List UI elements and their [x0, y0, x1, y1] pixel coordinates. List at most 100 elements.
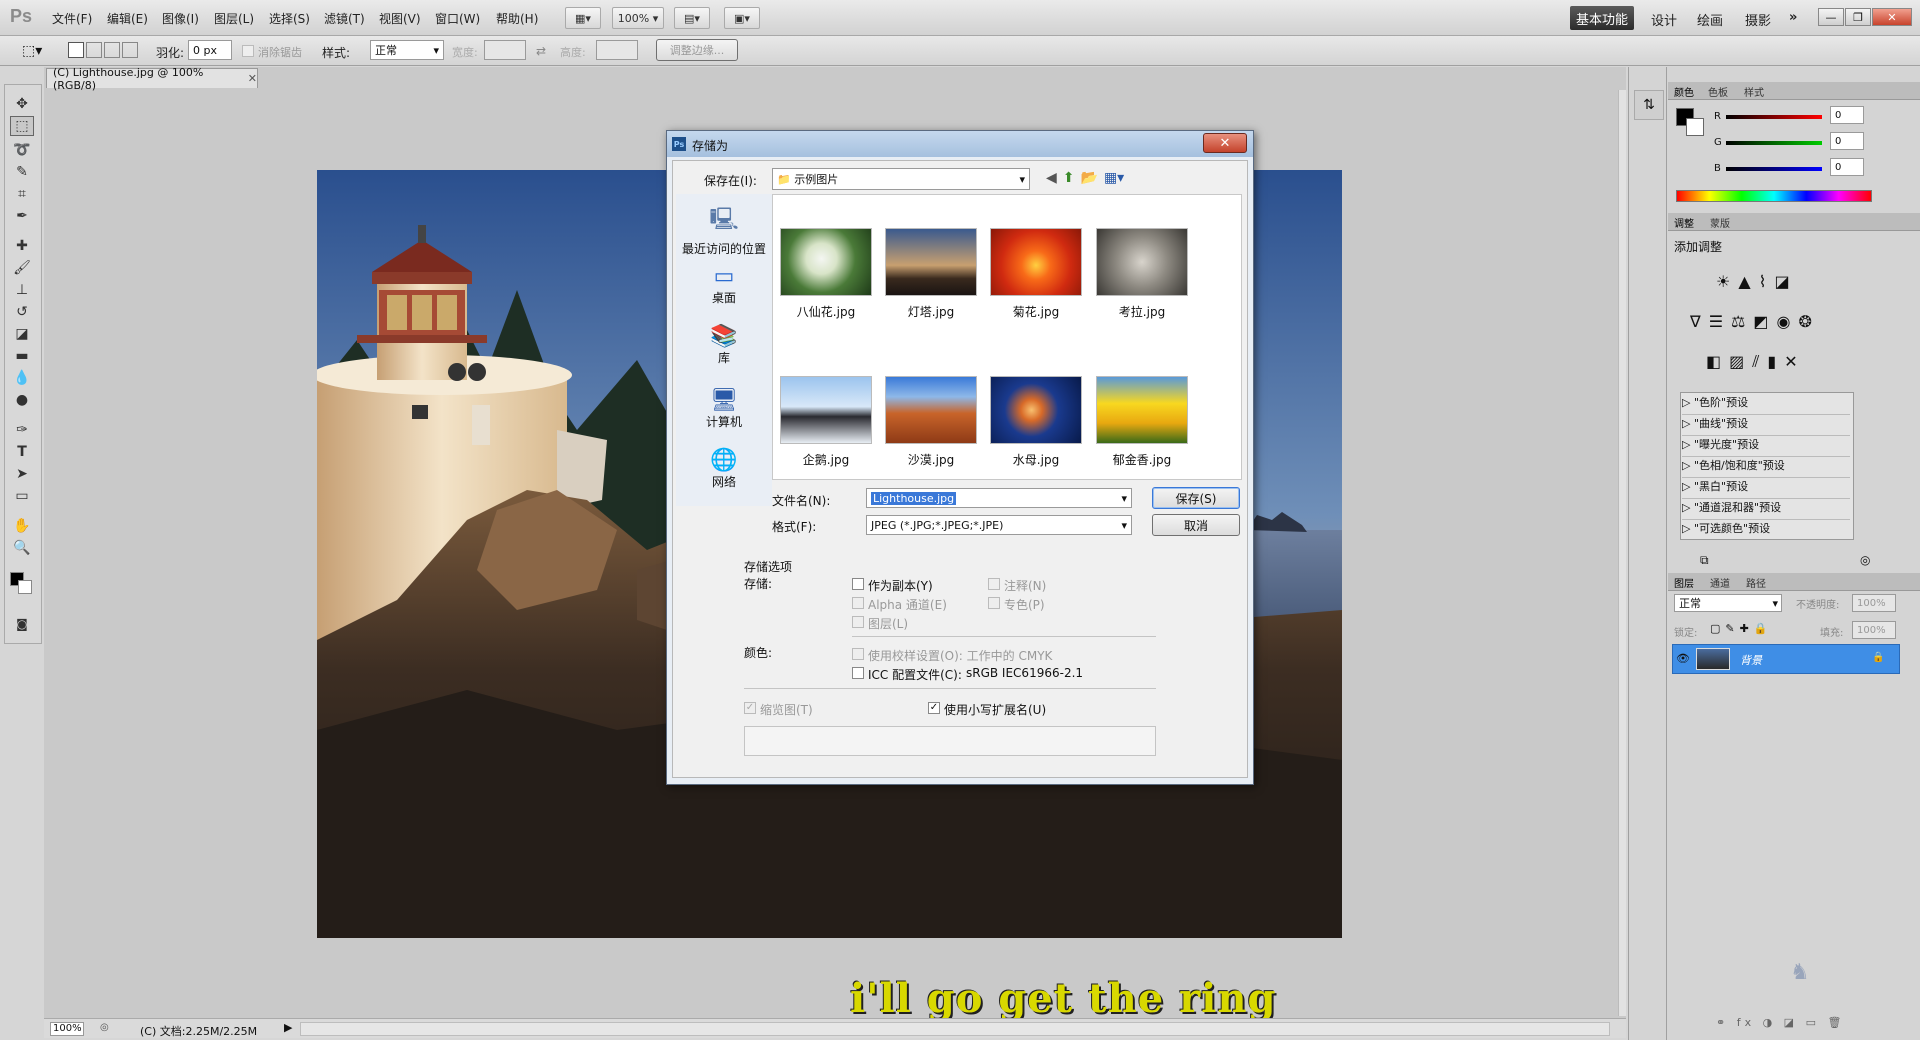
icc-profile-checkbox[interactable]	[852, 667, 864, 679]
color-balance-icon[interactable]: ⚖	[1731, 312, 1745, 331]
file-thumb-desert[interactable]	[885, 376, 977, 444]
status-info-icon[interactable]: ◎	[100, 1022, 109, 1033]
preset-hue-saturation[interactable]: ▷ "色相/饱和度"预设	[1682, 457, 1850, 478]
history-panel-icon[interactable]: ⇅	[1634, 90, 1664, 120]
quick-select-tool-icon[interactable]: ✎	[10, 162, 34, 182]
bridge-button[interactable]: ▦▾	[565, 7, 601, 29]
marquee-preset-icon[interactable]: ⬚▾	[22, 43, 42, 59]
file-thumb-chrysanthemum[interactable]	[990, 228, 1082, 296]
path-select-tool-icon[interactable]: ➤	[10, 464, 34, 484]
channel-g-slider[interactable]	[1726, 141, 1822, 145]
place-recent[interactable]: 🖳 最近访问的位置	[680, 202, 768, 257]
file-thumb-koala[interactable]	[1096, 228, 1188, 296]
view-menu-icon[interactable]: ▦▾	[1104, 170, 1124, 186]
file-name-tulips[interactable]: 郁金香.jpg	[1090, 451, 1194, 468]
quick-mask-icon[interactable]: ◙	[10, 614, 34, 634]
opacity-input[interactable]: 100%	[1852, 594, 1896, 612]
channel-b-input[interactable]: 0	[1830, 158, 1864, 176]
preset-exposure[interactable]: ▷ "曝光度"预设	[1682, 436, 1850, 457]
more-workspaces-icon[interactable]: »	[1789, 10, 1797, 25]
tab-channels[interactable]: 通道	[1710, 575, 1730, 590]
lasso-tool-icon[interactable]: ➰	[10, 140, 34, 160]
move-tool-icon[interactable]: ✥	[10, 94, 34, 114]
new-selection-icon[interactable]	[68, 42, 84, 58]
tab-adjustments[interactable]: 调整	[1674, 215, 1694, 230]
lock-all-icon[interactable]: 🔒	[1754, 622, 1768, 635]
spot-checkbox[interactable]	[988, 597, 1000, 609]
thumbnail-checkbox[interactable]: ✓	[744, 702, 756, 714]
gradient-map-icon[interactable]: ▮	[1767, 352, 1776, 372]
file-thumb-tulips[interactable]	[1096, 376, 1188, 444]
dialog-titlebar[interactable]	[667, 131, 1253, 157]
add-selection-icon[interactable]	[86, 42, 102, 58]
file-thumb-jellyfish[interactable]	[990, 376, 1082, 444]
lowercase-ext-checkbox[interactable]: ✓	[928, 702, 940, 714]
hand-tool-icon[interactable]: ✋	[10, 516, 34, 536]
restore-button[interactable]: ❐	[1845, 8, 1871, 26]
alpha-checkbox[interactable]	[852, 597, 864, 609]
posterize-icon[interactable]: ▨	[1729, 352, 1744, 372]
preset-levels[interactable]: ▷ "色阶"预设	[1682, 394, 1850, 415]
file-name-koala[interactable]: 考拉.jpg	[1090, 303, 1194, 320]
file-thumb-hydrangea[interactable]	[780, 228, 872, 296]
workspace-painting[interactable]: 绘画	[1697, 10, 1723, 29]
healing-brush-tool-icon[interactable]: ✚	[10, 236, 34, 256]
intersect-selection-icon[interactable]	[122, 42, 138, 58]
save-in-select[interactable]: 📁 示例图片 ▾	[772, 168, 1030, 190]
zoom-select[interactable]: 100% ▾	[612, 7, 664, 29]
arrange-button[interactable]: ▤▾	[674, 7, 710, 29]
menu-help[interactable]: 帮助(H)	[496, 10, 538, 27]
file-thumb-lighthouse[interactable]	[885, 228, 977, 296]
filename-input[interactable]: Lighthouse.jpg ▾	[866, 488, 1132, 508]
tab-paths[interactable]: 路径	[1746, 575, 1766, 590]
screen-mode-button[interactable]: ▣▾	[724, 7, 760, 29]
menu-select[interactable]: 选择(S)	[269, 10, 310, 27]
workspace-design[interactable]: 设计	[1651, 10, 1677, 29]
lock-position-icon[interactable]: ✚	[1740, 622, 1749, 635]
as-copy-checkbox[interactable]	[852, 578, 864, 590]
vibrance-icon[interactable]: ∇	[1690, 312, 1701, 331]
gradient-tool-icon[interactable]: ▬	[10, 346, 34, 366]
preset-black-white[interactable]: ▷ "黑白"预设	[1682, 478, 1850, 499]
workspace-essentials[interactable]: 基本功能	[1570, 6, 1634, 30]
zoom-tool-icon[interactable]: 🔍	[10, 538, 34, 558]
exposure-icon[interactable]: ◪	[1774, 272, 1789, 291]
status-zoom-input[interactable]: 100%	[50, 1022, 84, 1036]
place-desktop[interactable]: ▭ 桌面	[680, 264, 768, 306]
pen-tool-icon[interactable]: ✑	[10, 420, 34, 440]
channel-r-input[interactable]: 0	[1830, 106, 1864, 124]
minimize-button[interactable]: —	[1818, 8, 1844, 26]
file-name-desert[interactable]: 沙漠.jpg	[879, 451, 983, 468]
document-tab[interactable]: (C) Lighthouse.jpg @ 100%(RGB/8) ✕	[46, 66, 258, 92]
refine-edge-button[interactable]: 调整边缘...	[656, 39, 738, 61]
tab-color[interactable]: 颜色	[1674, 84, 1694, 99]
file-thumb-penguins[interactable]	[780, 376, 872, 444]
close-button[interactable]: ✕	[1872, 8, 1912, 26]
channel-mixer-icon[interactable]: ❂	[1798, 312, 1811, 331]
menu-image[interactable]: 图像(I)	[162, 10, 199, 27]
menu-window[interactable]: 窗口(W)	[435, 10, 480, 27]
workspace-photography[interactable]: 摄影	[1745, 10, 1771, 29]
background-color-swatch[interactable]	[18, 580, 32, 594]
cancel-button[interactable]: 取消	[1152, 514, 1240, 536]
width-input[interactable]	[484, 40, 526, 60]
layers-checkbox[interactable]	[852, 616, 864, 628]
history-brush-tool-icon[interactable]: ↺	[10, 302, 34, 322]
marquee-tool-icon[interactable]: ⬚	[10, 116, 34, 136]
file-name-lighthouse[interactable]: 灯塔.jpg	[879, 303, 983, 320]
up-folder-icon[interactable]: ⬆	[1063, 170, 1075, 186]
vertical-scrollbar[interactable]	[1618, 90, 1626, 1016]
preset-curves[interactable]: ▷ "曲线"预设	[1682, 415, 1850, 436]
preset-selective-color[interactable]: ▷ "可选颜色"预设	[1682, 520, 1850, 541]
file-name-penguins[interactable]: 企鹅.jpg	[774, 451, 878, 468]
levels-icon[interactable]: ▲	[1738, 272, 1750, 291]
curves-icon[interactable]: ⌇	[1759, 272, 1767, 291]
clip-layer-icon[interactable]: ◎	[1860, 553, 1870, 567]
hue-saturation-icon[interactable]: ☰	[1709, 312, 1723, 331]
channel-g-input[interactable]: 0	[1830, 132, 1864, 150]
layer-visibility-eye-icon[interactable]: 👁	[1676, 652, 1690, 665]
threshold-icon[interactable]: ⫽	[1752, 352, 1759, 372]
menu-filter[interactable]: 滤镜(T)	[324, 10, 365, 27]
eraser-tool-icon[interactable]: ◪	[10, 324, 34, 344]
tab-swatches[interactable]: 色板	[1708, 84, 1728, 99]
